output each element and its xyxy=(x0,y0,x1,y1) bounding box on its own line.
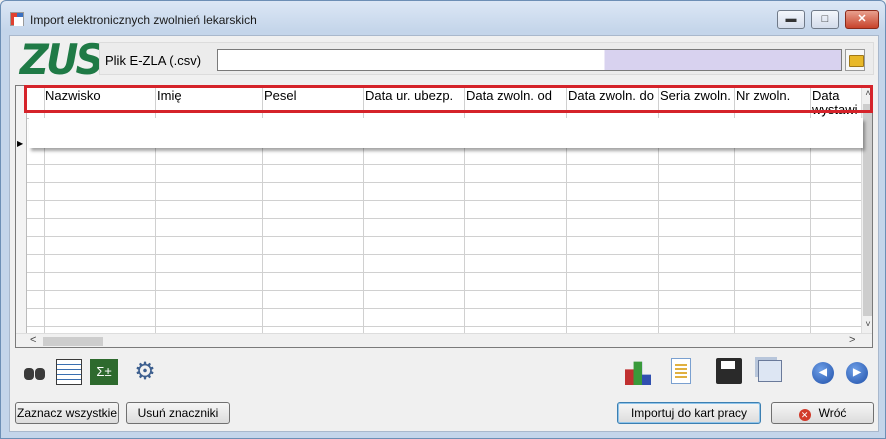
next-icon[interactable]: ▶ xyxy=(846,362,868,384)
minimize-button[interactable]: ▬ xyxy=(777,10,805,29)
back-button[interactable]: ✕ Wróć xyxy=(771,402,874,424)
horizontal-scroll-thumb[interactable] xyxy=(43,337,103,346)
table-search-icon[interactable] xyxy=(56,359,82,385)
grid-line xyxy=(27,218,861,219)
scroll-down-arrow[interactable]: ˅ xyxy=(862,319,872,333)
header-highlight-box xyxy=(24,85,873,113)
binoculars-icon[interactable] xyxy=(22,359,48,385)
grid-line xyxy=(27,290,861,291)
row-selector-column[interactable]: ▶ xyxy=(16,86,27,333)
save-icon[interactable] xyxy=(716,358,742,384)
zus-logo: ZUS xyxy=(19,35,104,84)
file-panel: Plik E-ZLA (.csv) xyxy=(99,42,874,75)
scroll-right-arrow[interactable]: > xyxy=(849,334,855,346)
back-button-label: Wróć xyxy=(818,406,847,420)
client-area: ZUS Plik E-ZLA (.csv) ▶ Nazwisko Imię Pe… xyxy=(9,35,879,432)
grid-line xyxy=(27,236,861,237)
title-bar[interactable]: Import elektronicznych zwolnień lekarski… xyxy=(1,1,885,35)
select-all-button[interactable]: Zaznacz wszystkie xyxy=(15,402,119,424)
grid-line xyxy=(27,182,861,183)
main-window: Import elektronicznych zwolnień lekarski… xyxy=(0,0,886,439)
drop-shadow-panel xyxy=(29,118,863,148)
gears-icon[interactable]: ⚙ xyxy=(132,359,158,385)
vertical-scroll-thumb[interactable] xyxy=(863,104,872,316)
folder-open-icon[interactable] xyxy=(845,49,865,71)
current-row-indicator: ▶ xyxy=(17,139,24,148)
file-label: Plik E-ZLA (.csv) xyxy=(105,53,202,68)
maximize-button[interactable]: □ xyxy=(811,10,839,29)
grid-line xyxy=(27,254,861,255)
file-path-input[interactable] xyxy=(217,49,842,71)
window-title: Import elektronicznych zwolnień lekarski… xyxy=(30,13,257,27)
formula-icon[interactable]: Σ± xyxy=(90,359,118,385)
grid-line xyxy=(27,272,861,273)
app-icon xyxy=(10,12,24,26)
import-button[interactable]: Importuj do kart pracy xyxy=(617,402,761,424)
prev-icon[interactable]: ◀ xyxy=(812,362,834,384)
document-icon[interactable] xyxy=(671,358,691,384)
horizontal-scrollbar[interactable]: < > xyxy=(16,333,872,347)
grid-line xyxy=(27,308,861,309)
scroll-left-arrow[interactable]: < xyxy=(30,334,36,346)
close-icon: ✕ xyxy=(798,409,811,421)
grid-line xyxy=(27,326,861,327)
windows-icon[interactable] xyxy=(758,360,782,382)
grid-line xyxy=(27,200,861,201)
remove-marks-button[interactable]: Usuń znaczniki xyxy=(126,402,230,424)
close-button[interactable]: ✕ xyxy=(845,10,879,29)
chart-icon[interactable] xyxy=(625,361,651,385)
grid-line xyxy=(27,164,861,165)
